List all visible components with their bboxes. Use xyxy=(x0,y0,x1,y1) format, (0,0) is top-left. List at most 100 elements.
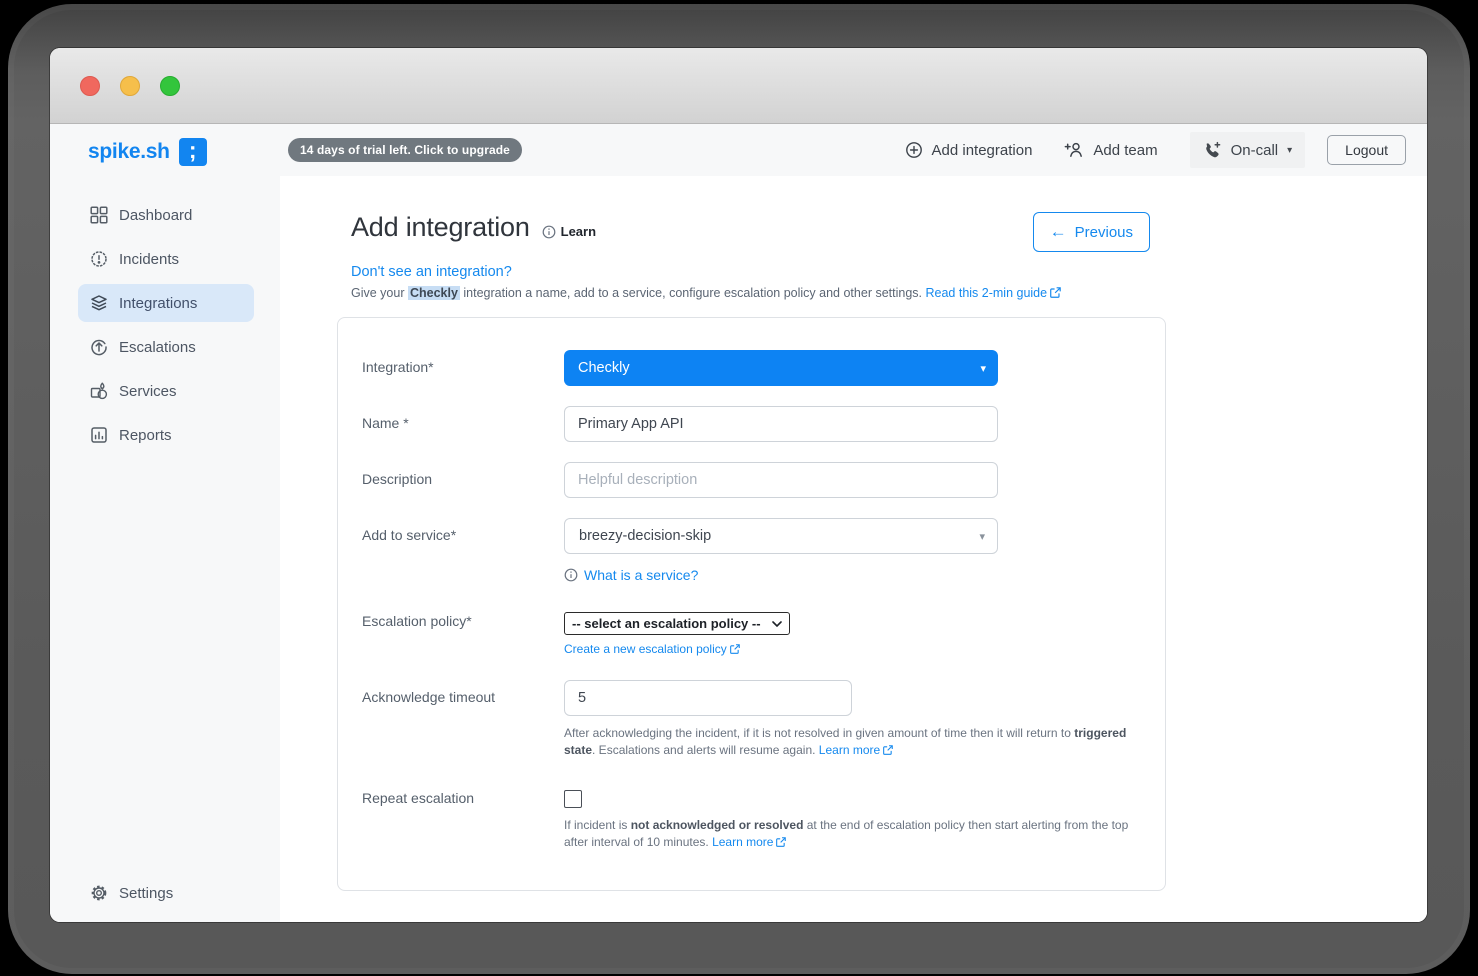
integrations-icon xyxy=(90,294,108,312)
ack-helper-text-1: After acknowledging the incident, if it … xyxy=(564,726,1075,740)
guide-link[interactable]: Read this 2-min guide xyxy=(925,286,1061,300)
form-row-ack-timeout: Acknowledge timeout After acknowledging … xyxy=(362,680,1165,758)
add-integration-header-button[interactable]: Add integration xyxy=(905,141,1032,159)
page-title: Add integration xyxy=(351,212,530,242)
add-team-button[interactable]: Add team xyxy=(1064,141,1158,159)
escalation-policy-label: Escalation policy* xyxy=(362,613,472,629)
form-row-description: Description xyxy=(362,462,1165,498)
ack-timeout-input[interactable] xyxy=(564,680,852,716)
chevron-down-icon: ▾ xyxy=(1287,144,1293,156)
add-team-icon xyxy=(1064,141,1084,159)
form-row-integration: Integration* Checkly ▾ xyxy=(362,350,1165,386)
app-header: 14 days of trial left. Click to upgrade … xyxy=(280,124,1427,176)
close-window-button[interactable] xyxy=(80,75,100,96)
sidebar-item-label: Escalations xyxy=(119,338,196,356)
integration-select-value: Checkly xyxy=(578,360,630,376)
form-row-name: Name * xyxy=(362,406,1165,442)
plus-circle-icon xyxy=(905,141,923,159)
reports-icon xyxy=(90,426,108,444)
add-team-label: Add team xyxy=(1093,141,1158,159)
ack-helper-text-2: . Escalations and alerts will resume aga… xyxy=(592,742,819,757)
logout-button[interactable]: Logout xyxy=(1327,135,1406,165)
previous-button[interactable]: ← Previous xyxy=(1032,212,1150,252)
service-label: Add to service* xyxy=(362,527,457,543)
sidebar-bottom: Settings xyxy=(50,874,280,912)
repeat-learn-more-link[interactable]: Learn more xyxy=(712,834,787,849)
escalation-policy-select-value: -- select an escalation policy -- xyxy=(572,616,761,631)
incidents-icon xyxy=(90,250,108,268)
repeat-learn-more-label: Learn more xyxy=(712,834,774,849)
services-icon xyxy=(90,382,108,400)
back-arrow-icon: ← xyxy=(1049,222,1067,241)
chevron-down-icon: ▾ xyxy=(980,362,986,375)
logo[interactable]: spike.sh ; xyxy=(50,124,280,180)
external-link-icon xyxy=(776,836,787,847)
integration-select[interactable]: Checkly ▾ xyxy=(564,350,998,386)
sidebar-item-label: Reports xyxy=(119,426,172,444)
sidebar-item-escalations[interactable]: Escalations xyxy=(78,328,254,366)
intro-text: Give your Checkly integration a name, ad… xyxy=(351,286,1152,300)
trial-badge[interactable]: 14 days of trial left. Click to upgrade xyxy=(288,138,522,162)
service-select[interactable]: breezy-decision-skip ▾ xyxy=(564,518,998,554)
what-is-service-label: What is a service? xyxy=(584,567,699,583)
sidebar-item-services[interactable]: Services xyxy=(78,372,254,410)
zoom-window-button[interactable] xyxy=(160,75,180,96)
escalation-policy-select[interactable]: -- select an escalation policy -- xyxy=(564,612,790,635)
sidebar: spike.sh ; Dashboard Incidents Integrati… xyxy=(50,124,280,922)
escalations-icon xyxy=(90,338,108,356)
sidebar-nav: Dashboard Incidents Integrations Escalat… xyxy=(50,196,280,454)
learn-link[interactable]: Learn xyxy=(542,224,596,239)
sidebar-item-settings[interactable]: Settings xyxy=(78,874,254,912)
guide-link-label: Read this 2-min guide xyxy=(925,286,1048,300)
add-integration-form-card: Integration* Checkly ▾ Name * Primary Ap… xyxy=(337,317,1166,892)
description-label: Description xyxy=(362,471,433,487)
create-escalation-policy-label: Create a new escalation policy xyxy=(564,642,727,656)
form-row-service: Add to service* breezy-decision-skip ▾ W… xyxy=(362,518,1165,583)
sidebar-item-integrations[interactable]: Integrations xyxy=(78,284,254,322)
chevron-down-icon: ▾ xyxy=(979,530,985,543)
ack-learn-more-label: Learn more xyxy=(818,742,881,757)
screenshot-stage: spike.sh ; Dashboard Incidents Integrati… xyxy=(0,0,1478,976)
learn-label: Learn xyxy=(560,224,597,239)
on-call-dropdown[interactable]: On-call ▾ xyxy=(1189,132,1306,168)
form-row-repeat-escalation: Repeat escalation If incident is not ack… xyxy=(362,788,1165,850)
repeat-escalation-label: Repeat escalation xyxy=(362,790,475,807)
browser-window: spike.sh ; Dashboard Incidents Integrati… xyxy=(50,48,1427,922)
phone-plus-icon xyxy=(1203,141,1222,159)
previous-label: Previous xyxy=(1074,223,1133,241)
integration-label: Integration* xyxy=(362,359,434,375)
name-input[interactable] xyxy=(564,406,998,442)
external-link-icon xyxy=(883,744,893,755)
intro-prefix: Give your xyxy=(351,286,408,300)
sidebar-item-label: Incidents xyxy=(119,250,180,268)
repeat-escalation-checkbox[interactable] xyxy=(564,790,582,809)
description-input[interactable] xyxy=(564,462,998,498)
main-content: Add integration Learn ← Previous Don't s… xyxy=(280,176,1427,922)
ack-learn-more-link[interactable]: Learn more xyxy=(819,743,893,757)
external-link-icon xyxy=(729,644,740,654)
what-is-service-link[interactable]: What is a service? xyxy=(564,567,1165,583)
sidebar-item-label: Services xyxy=(119,382,177,400)
info-icon xyxy=(542,225,556,239)
right-column: 14 days of trial left. Click to upgrade … xyxy=(280,124,1427,922)
sidebar-item-label: Integrations xyxy=(119,294,198,312)
logo-mark-icon: ; xyxy=(178,138,207,166)
minimize-window-button[interactable] xyxy=(120,75,140,96)
repeat-helper-text-1: If incident is xyxy=(564,818,631,833)
repeat-escalation-helper: If incident is not acknowledged or resol… xyxy=(564,817,1144,850)
window-titlebar xyxy=(50,48,1427,124)
sidebar-item-label: Dashboard xyxy=(119,206,193,224)
external-link-icon xyxy=(1050,287,1061,298)
sidebar-item-reports[interactable]: Reports xyxy=(78,416,254,454)
name-label: Name * xyxy=(362,415,409,431)
repeat-helper-bold: not acknowledged or resolved xyxy=(630,818,804,833)
sidebar-item-incidents[interactable]: Incidents xyxy=(78,240,254,278)
dont-see-integration-link[interactable]: Don't see an integration? xyxy=(351,264,1152,280)
ack-timeout-helper: After acknowledging the incident, if it … xyxy=(564,725,1144,758)
on-call-label: On-call xyxy=(1230,141,1279,159)
chevron-down-icon xyxy=(772,620,782,627)
service-select-value: breezy-decision-skip xyxy=(579,528,712,544)
sidebar-item-label: Settings xyxy=(119,884,174,902)
create-escalation-policy-link[interactable]: Create a new escalation policy xyxy=(564,642,1165,656)
sidebar-item-dashboard[interactable]: Dashboard xyxy=(78,196,254,234)
